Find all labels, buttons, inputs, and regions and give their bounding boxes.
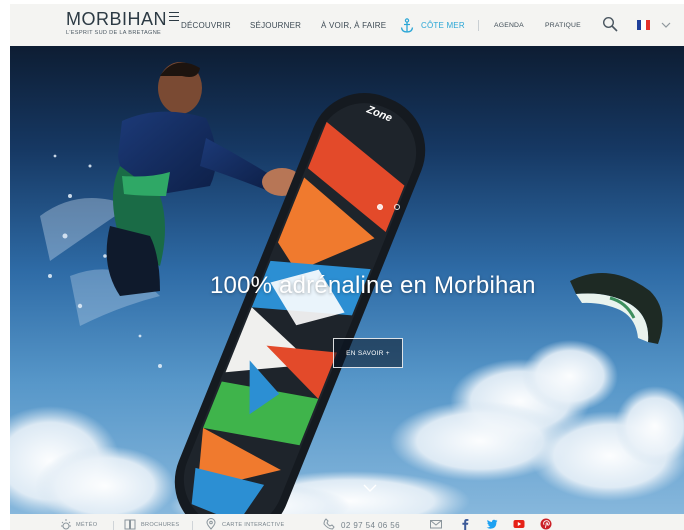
- sun-icon: [61, 519, 71, 530]
- logo-lines-icon: [169, 12, 180, 21]
- phone-icon: [323, 518, 335, 530]
- youtube-icon[interactable]: [513, 518, 525, 530]
- brochure-icon: [124, 519, 136, 530]
- meteo-link[interactable]: MÉTÉO: [76, 522, 97, 528]
- mail-icon[interactable]: [430, 518, 442, 530]
- nav-sejourner[interactable]: SÉJOURNER: [250, 21, 301, 30]
- brochures-link[interactable]: BROCHURES: [141, 522, 179, 528]
- learn-more-button[interactable]: EN SAVOIR +: [333, 338, 403, 368]
- logo-wordmark: MORBIHAN: [66, 9, 180, 29]
- nav-a-voir-a-faire[interactable]: À VOIR, À FAIRE: [321, 21, 386, 30]
- kite-graphic: [570, 273, 663, 344]
- hero-title: 100% adrénaline en Morbihan: [210, 272, 536, 299]
- quick-links-bar: MÉTÉO BROCHURES CARTE INTERACTIVE 02 97 …: [10, 514, 684, 530]
- flag-fr-icon[interactable]: [637, 20, 650, 30]
- logo-tagline: L'ESPRIT SUD DE LA BRETAGNE: [66, 30, 162, 36]
- logo-text: MORBIHAN: [66, 9, 168, 29]
- slider-dot-2[interactable]: [394, 204, 400, 210]
- site-logo[interactable]: MORBIHAN L'ESPRIT SUD DE LA BRETAGNE: [66, 9, 180, 42]
- twitter-icon[interactable]: [486, 518, 498, 530]
- nav-decouvrir[interactable]: DÉCOUVRIR: [181, 21, 231, 30]
- slider-dot-1[interactable]: [377, 204, 383, 210]
- hero-banner: Zone 100% adrénaline en Morbihan EN SAVO…: [10, 46, 684, 514]
- chevron-down-icon[interactable]: [661, 21, 671, 29]
- footer-divider: [113, 521, 114, 530]
- nav-pratique[interactable]: PRATIQUE: [545, 22, 581, 29]
- interactive-map-link[interactable]: CARTE INTERACTIVE: [222, 522, 285, 528]
- nav-agenda[interactable]: AGENDA: [494, 22, 524, 29]
- nav-divider: [478, 20, 479, 31]
- site-header: MORBIHAN L'ESPRIT SUD DE LA BRETAGNE DÉC…: [10, 4, 684, 46]
- nav-cote-mer[interactable]: CÔTE MER: [421, 21, 465, 30]
- scroll-down-chevron-icon[interactable]: [362, 482, 378, 494]
- anchor-icon: [400, 18, 414, 33]
- footer-divider: [192, 521, 193, 530]
- map-pin-icon: [206, 518, 216, 530]
- search-icon[interactable]: [602, 16, 618, 32]
- pinterest-icon[interactable]: [540, 518, 552, 530]
- phone-number[interactable]: 02 97 54 06 56: [341, 521, 400, 530]
- facebook-icon[interactable]: [459, 518, 471, 530]
